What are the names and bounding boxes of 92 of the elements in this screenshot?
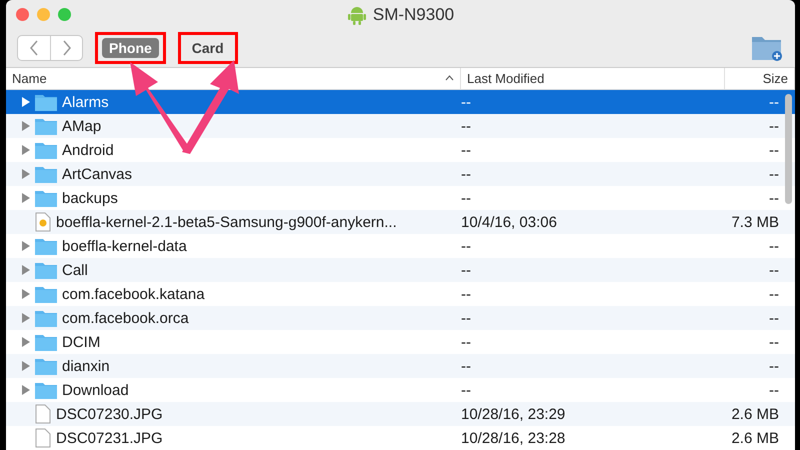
modified-date: --	[461, 94, 472, 111]
storage-tab[interactable]: Card	[184, 38, 231, 58]
file-size: --	[769, 94, 779, 111]
modified-date: --	[461, 118, 472, 135]
column-header[interactable]: Size	[725, 68, 795, 90]
disclosure-triangle-icon[interactable]	[22, 97, 30, 108]
chevron-left-icon	[29, 40, 39, 56]
modified-date: --	[461, 166, 472, 183]
file-name: Alarms	[62, 94, 109, 111]
file-name: Call	[62, 262, 88, 279]
disclosure-triangle-icon[interactable]	[22, 337, 30, 348]
modified-date: --	[461, 286, 472, 303]
folder-icon	[35, 357, 57, 376]
disclosure-triangle-icon[interactable]	[22, 121, 30, 132]
folder-icon	[35, 261, 57, 280]
window-title: SM-N9300	[372, 5, 454, 25]
file-size: --	[769, 334, 779, 351]
file-row[interactable]: boeffla-kernel-2.1-beta5-Samsung-g900f-anykern... 10/4/16, 03:06 7.3 MB	[6, 210, 795, 234]
modified-date: --	[461, 262, 472, 279]
file-row[interactable]: DSC07230.JPG 10/28/16, 23:29 2.6 MB	[6, 402, 795, 426]
file-size: 2.6 MB	[731, 406, 779, 423]
file-row[interactable]: Call -- --	[6, 258, 795, 282]
file-name: backups	[62, 190, 118, 207]
disclosure-triangle-icon[interactable]	[22, 145, 30, 156]
folder-icon	[35, 165, 57, 184]
file-name: com.facebook.katana	[62, 286, 205, 303]
file-size: 7.3 MB	[731, 214, 779, 231]
folder-icon	[35, 141, 57, 160]
chevron-right-icon	[62, 40, 72, 56]
folder-icon	[35, 117, 57, 136]
disclosure-triangle-icon[interactable]	[22, 241, 30, 252]
disclosure-triangle-icon[interactable]	[22, 193, 30, 204]
file-size: --	[769, 238, 779, 255]
disclosure-triangle-icon[interactable]	[22, 289, 30, 300]
folder-icon	[35, 93, 57, 112]
file-name: DSC07230.JPG	[56, 406, 163, 423]
disclosure-triangle-icon[interactable]	[22, 169, 30, 180]
file-size: --	[769, 142, 779, 159]
file-size: --	[769, 310, 779, 327]
folder-icon	[35, 309, 57, 328]
disclosure-triangle-icon[interactable]	[22, 385, 30, 396]
folder-icon	[35, 189, 57, 208]
file-size: --	[769, 382, 779, 399]
column-header[interactable]: Last Modified	[461, 68, 725, 90]
file-name: ArtCanvas	[62, 166, 132, 183]
zoom-button[interactable]	[58, 8, 71, 21]
file-name: com.facebook.orca	[62, 310, 189, 327]
file-size: --	[769, 118, 779, 135]
modified-date: --	[461, 358, 472, 375]
file-name: Download	[62, 382, 129, 399]
file-name: DCIM	[62, 334, 100, 351]
file-name: AMap	[62, 118, 102, 135]
storage-tab[interactable]: Phone	[102, 38, 159, 58]
file-name: dianxin	[62, 358, 110, 375]
file-size: --	[769, 358, 779, 375]
file-row[interactable]: ArtCanvas -- --	[6, 162, 795, 186]
modified-date: 10/4/16, 03:06	[461, 214, 558, 231]
file-size: --	[769, 166, 779, 183]
file-name: boeffla-kernel-2.1-beta5-Samsung-g900f-anykern...	[56, 214, 397, 231]
scrollbar-thumb[interactable]	[785, 94, 792, 204]
folder-icon	[35, 333, 57, 352]
file-size: --	[769, 190, 779, 207]
document-icon	[35, 428, 51, 448]
modified-date: 10/28/16, 23:28	[461, 430, 566, 447]
file-name: boeffla-kernel-data	[62, 238, 187, 255]
android-robot-icon	[346, 5, 367, 25]
folder-icon	[35, 285, 57, 304]
modified-date: --	[461, 334, 472, 351]
archive-file-icon	[35, 212, 51, 232]
file-name: DSC07231.JPG	[56, 430, 163, 447]
modified-date: --	[461, 238, 472, 255]
sort-ascending-icon	[445, 75, 454, 82]
file-row[interactable]: dianxin -- --	[6, 354, 795, 378]
file-row[interactable]: Alarms -- --	[6, 90, 795, 114]
modified-date: --	[461, 382, 472, 399]
modified-date: --	[461, 310, 472, 327]
close-button[interactable]	[16, 8, 29, 21]
file-row[interactable]: AMap -- --	[6, 114, 795, 138]
folder-icon	[35, 237, 57, 256]
disclosure-triangle-icon[interactable]	[22, 313, 30, 324]
file-size: 2.6 MB	[731, 430, 779, 447]
file-name: Android	[62, 142, 114, 159]
modified-date: 10/28/16, 23:29	[461, 406, 566, 423]
file-size: --	[769, 286, 779, 303]
modified-date: --	[461, 142, 472, 159]
modified-date: --	[461, 190, 472, 207]
file-size: --	[769, 262, 779, 279]
folder-icon	[35, 381, 57, 400]
document-icon	[35, 404, 51, 424]
file-row[interactable]: com.facebook.orca -- --	[6, 306, 795, 330]
disclosure-triangle-icon[interactable]	[22, 361, 30, 372]
disclosure-triangle-icon[interactable]	[22, 265, 30, 276]
